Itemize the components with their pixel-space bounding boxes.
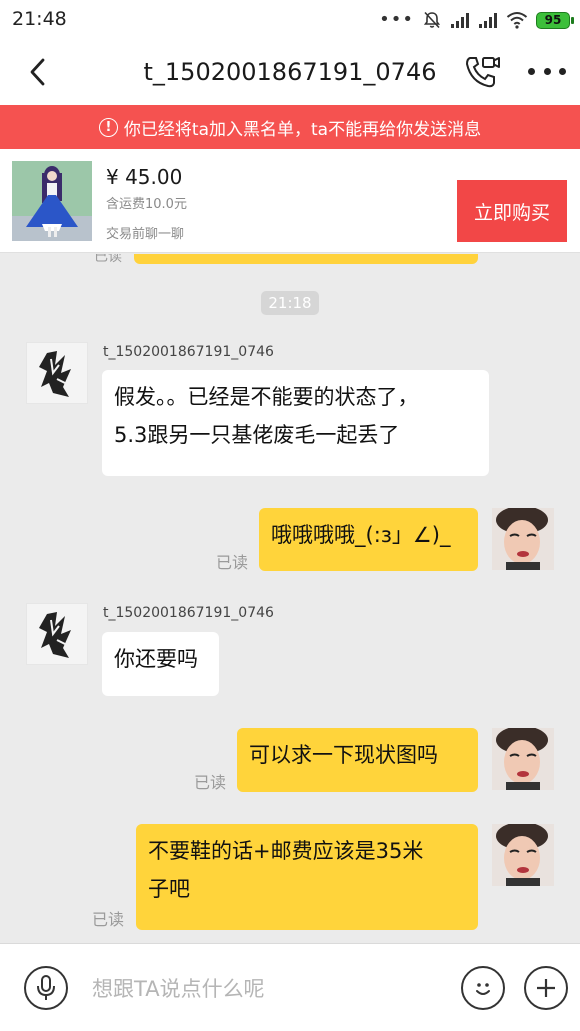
mute-bell-icon — [423, 11, 441, 29]
banner-text: 你已经将ta加入黑名单，ta不能再给你发送消息 — [123, 119, 482, 140]
avatar-self[interactable] — [492, 508, 554, 570]
avatar-sketch-icon — [39, 612, 71, 658]
buy-now-button[interactable]: 立即购买 — [457, 180, 567, 242]
status-time: 21:48 — [12, 8, 67, 30]
nav-bar: t_1502001867191_0746 — [0, 40, 580, 105]
wifi-icon — [506, 12, 528, 29]
partial-outgoing-bubble — [134, 254, 478, 264]
shipping-note: 含运费10.0元 — [106, 197, 187, 212]
emoji-icon — [476, 983, 490, 995]
voice-button[interactable] — [24, 966, 68, 1010]
video-call-icon — [465, 57, 500, 88]
plus-icon — [537, 979, 555, 997]
message-input[interactable] — [92, 972, 442, 1006]
avatar-face-icon — [492, 728, 554, 790]
avatar-face-icon — [492, 508, 554, 570]
incoming-message-bubble[interactable]: 假发。。已经是不能要的状态了， 5.3跟另一只基佬废毛一起丢了 — [102, 370, 489, 476]
message-line: 你还要吗 — [114, 647, 198, 671]
sender-name: t_1502001867191_0746 — [103, 605, 274, 621]
emoji-button[interactable] — [461, 966, 505, 1010]
message-line: 假发。。已经是不能要的状态了， — [114, 385, 419, 409]
warning-icon: ! — [98, 117, 118, 137]
product-price: ¥ 45.00 — [106, 165, 183, 189]
battery-icon: 95 — [536, 11, 574, 29]
status-bar: 21:48 ••• 95 — [0, 0, 580, 40]
read-receipt: 已读 — [94, 254, 122, 265]
outgoing-message-bubble[interactable]: 可以求一下现状图吗 — [237, 728, 478, 792]
video-call-button[interactable] — [462, 52, 502, 92]
read-receipt: 已读 — [92, 910, 125, 929]
avatar-other[interactable] — [26, 342, 88, 404]
notification-dots-icon: ••• — [379, 9, 414, 30]
plus-button[interactable] — [524, 966, 568, 1010]
sender-name: t_1502001867191_0746 — [103, 344, 274, 360]
chat-area[interactable]: 已读 21:18 t_1502001867191_0746 假发。。已经是不能要… — [0, 254, 580, 943]
more-icon — [543, 67, 551, 75]
input-bar — [0, 943, 580, 1031]
outgoing-message-bubble[interactable]: 哦哦哦哦_(:з」∠)_ — [259, 508, 478, 571]
avatar-sketch-icon — [39, 351, 71, 397]
more-icon — [528, 67, 535, 75]
read-receipt: 已读 — [216, 553, 249, 572]
message-line: 不要鞋的话+邮费应该是35米 — [148, 839, 424, 863]
incoming-message-bubble[interactable]: 你还要吗 — [102, 632, 219, 696]
microphone-icon — [37, 975, 55, 1000]
avatar-other[interactable] — [26, 603, 88, 665]
status-icons: ••• 95 — [379, 9, 574, 31]
message-line: 子吧 — [148, 877, 190, 901]
timestamp-chip: 21:18 — [261, 291, 319, 315]
message-line: 5.3跟另一只基佬废毛一起丢了 — [114, 423, 400, 447]
message-line: 可以求一下现状图吗 — [249, 743, 438, 767]
read-receipt: 已读 — [194, 773, 227, 792]
signal-icon-1 — [451, 13, 469, 28]
avatar-self[interactable] — [492, 728, 554, 790]
blacklist-banner: ! 你已经将ta加入黑名单，ta不能再给你发送消息 — [0, 105, 580, 149]
more-icon — [559, 67, 566, 75]
product-image[interactable] — [12, 161, 92, 241]
avatar-face-icon — [492, 824, 554, 886]
outgoing-message-bubble[interactable]: 不要鞋的话+邮费应该是35米 子吧 — [136, 824, 478, 930]
signal-icon-2 — [479, 13, 497, 28]
product-card: ¥ 45.00 含运费10.0元 交易前聊一聊 立即购买 — [0, 149, 580, 253]
avatar-self[interactable] — [492, 824, 554, 886]
more-button[interactable] — [528, 58, 566, 84]
chat-before-trade: 交易前聊一聊 — [106, 227, 185, 242]
product-photo-figure-icon — [12, 161, 92, 241]
message-line: 哦哦哦哦_(:з」∠)_ — [271, 523, 451, 547]
